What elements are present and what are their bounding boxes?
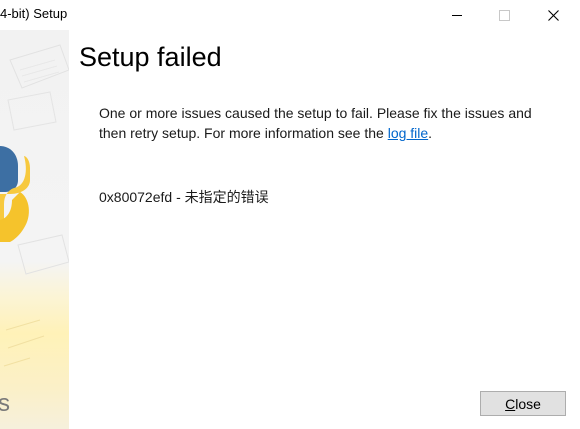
title-bar[interactable]: 4-bit) Setup xyxy=(0,0,580,30)
failure-message: One or more issues caused the setup to f… xyxy=(99,103,559,143)
minimize-icon xyxy=(452,14,462,16)
maximize-button xyxy=(481,0,527,30)
minimize-button[interactable] xyxy=(434,0,480,30)
failure-message-end: . xyxy=(428,125,433,141)
banner-artwork xyxy=(0,44,69,367)
close-icon xyxy=(547,9,559,21)
error-code: 0x80072efd - 未指定的错误 xyxy=(99,189,269,205)
banner-text-fragment: s xyxy=(0,390,10,417)
close-button-label: lose xyxy=(515,395,541,412)
log-file-link[interactable]: log file xyxy=(388,125,428,141)
page-title: Setup failed xyxy=(79,42,222,72)
python-logo-blue xyxy=(0,146,18,192)
close-window-button[interactable] xyxy=(530,0,576,30)
window-title: 4-bit) Setup xyxy=(0,6,68,21)
close-button-accel: C xyxy=(505,395,516,412)
failure-message-text: One or more issues caused the setup to f… xyxy=(99,105,532,141)
close-button[interactable]: Close xyxy=(480,391,566,416)
setup-window: 4-bit) Setup s Setup failed One or more … xyxy=(0,0,580,429)
side-banner: s xyxy=(0,30,69,429)
maximize-icon xyxy=(498,9,510,21)
